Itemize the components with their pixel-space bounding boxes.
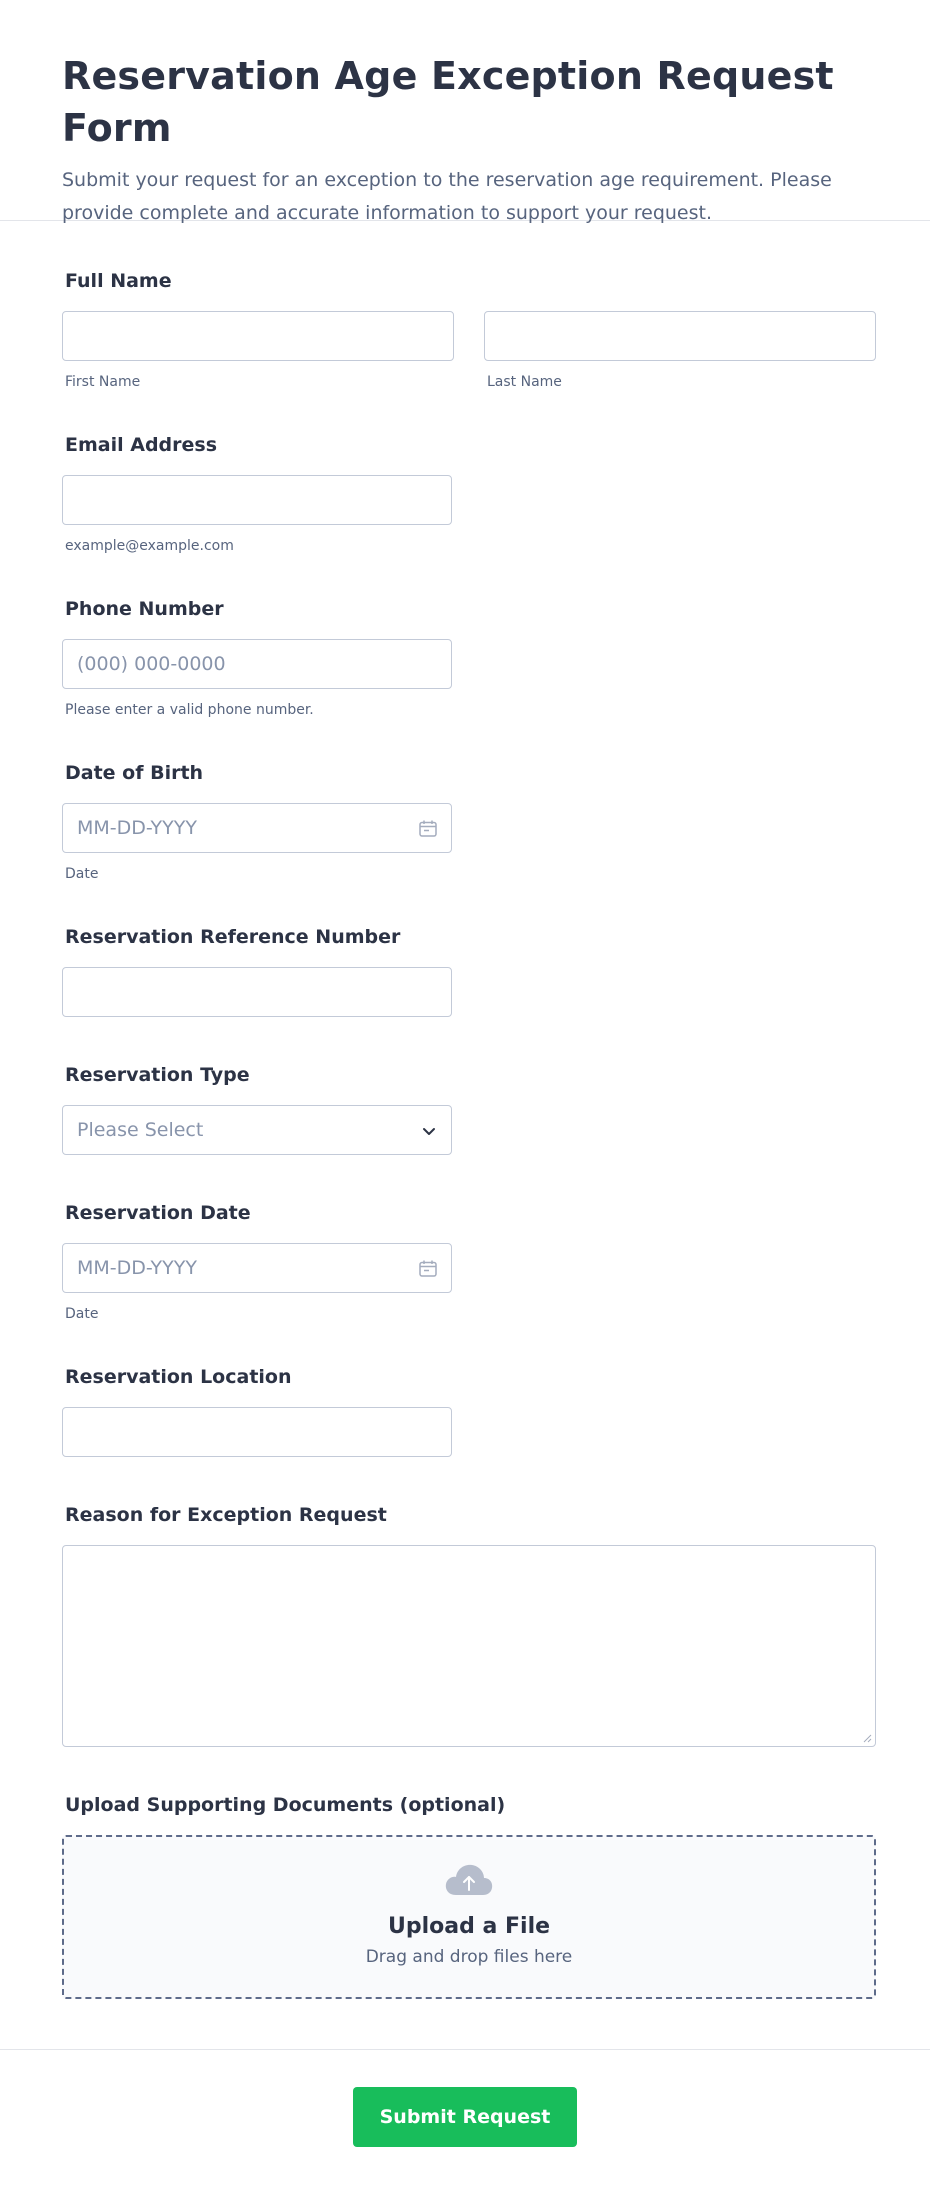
reason-label: Reason for Exception Request bbox=[65, 1504, 387, 1526]
phone-placeholder: (000) 000-0000 bbox=[77, 653, 226, 675]
form-header: Reservation Age Exception Request Form S… bbox=[0, 0, 930, 224]
form-title: Reservation Age Exception Request Form bbox=[62, 54, 834, 150]
res-date-label: Reservation Date bbox=[65, 1202, 251, 1224]
dob-placeholder: MM-DD-YYYY bbox=[77, 817, 197, 839]
ref-number-input[interactable] bbox=[62, 967, 452, 1017]
reason-textarea-wrap bbox=[62, 1545, 876, 1747]
last-name-col: Last Name bbox=[484, 311, 876, 391]
dob-input[interactable]: MM-DD-YYYY bbox=[62, 803, 452, 853]
phone-label: Phone Number bbox=[65, 598, 224, 620]
form-body: Full Name First Name Last Name Email Add… bbox=[0, 221, 930, 1999]
first-name-sublabel: First Name bbox=[65, 374, 141, 390]
res-location-label: Reservation Location bbox=[65, 1366, 292, 1388]
res-type-selected: Please Select bbox=[77, 1119, 204, 1141]
reason-textarea[interactable] bbox=[62, 1545, 876, 1747]
upload-title: Upload a File bbox=[387, 1914, 551, 1939]
ref-number-label: Reservation Reference Number bbox=[65, 926, 401, 948]
email-label: Email Address bbox=[65, 434, 218, 456]
dob-field: Date of Birth MM-DD-YYYY Date bbox=[62, 719, 876, 883]
full-name-label: Full Name bbox=[65, 270, 172, 292]
resize-grip-icon[interactable] bbox=[862, 1733, 872, 1743]
res-location-input[interactable] bbox=[62, 1407, 452, 1457]
last-name-input[interactable] bbox=[484, 311, 876, 361]
phone-sublabel: Please enter a valid phone number. bbox=[65, 702, 314, 718]
res-type-select[interactable]: Please Select bbox=[62, 1105, 452, 1155]
upload-field: Upload Supporting Documents (optional) U… bbox=[62, 1747, 876, 1999]
upload-hint: Drag and drop files here bbox=[365, 1947, 573, 1967]
reason-field: Reason for Exception Request bbox=[62, 1457, 876, 1747]
calendar-icon[interactable] bbox=[419, 1260, 437, 1277]
email-field: Email Address example@example.com bbox=[62, 391, 876, 555]
submit-button[interactable]: Submit Request bbox=[353, 2087, 577, 2147]
first-name-col: First Name bbox=[62, 311, 454, 391]
res-date-field: Reservation Date MM-DD-YYYY Date bbox=[62, 1155, 876, 1323]
email-input[interactable] bbox=[62, 475, 452, 525]
ref-number-field: Reservation Reference Number bbox=[62, 883, 876, 1017]
phone-input[interactable]: (000) 000-0000 bbox=[62, 639, 452, 689]
phone-field: Phone Number (000) 000-0000 Please enter… bbox=[62, 555, 876, 719]
full-name-row: First Name Last Name bbox=[62, 311, 876, 391]
res-type-field: Reservation Type Please Select bbox=[62, 1017, 876, 1155]
upload-label: Upload Supporting Documents (optional) bbox=[65, 1794, 506, 1816]
form-footer: Submit Request bbox=[0, 2049, 930, 2195]
res-date-sublabel: Date bbox=[65, 1306, 99, 1322]
full-name-field: Full Name First Name Last Name bbox=[62, 221, 876, 391]
cloud-upload-icon bbox=[445, 1864, 493, 1895]
res-date-input[interactable]: MM-DD-YYYY bbox=[62, 1243, 452, 1293]
chevron-down-icon bbox=[423, 1128, 435, 1135]
email-sublabel: example@example.com bbox=[65, 538, 234, 554]
first-name-input[interactable] bbox=[62, 311, 454, 361]
dob-label: Date of Birth bbox=[65, 762, 204, 784]
upload-dropzone[interactable]: Upload a File Drag and drop files here bbox=[62, 1835, 876, 1999]
dob-sublabel: Date bbox=[65, 866, 99, 882]
res-date-placeholder: MM-DD-YYYY bbox=[77, 1257, 197, 1279]
res-type-label: Reservation Type bbox=[65, 1064, 250, 1086]
calendar-icon[interactable] bbox=[419, 820, 437, 837]
last-name-sublabel: Last Name bbox=[487, 374, 562, 390]
res-location-field: Reservation Location bbox=[62, 1323, 876, 1457]
form-container: Reservation Age Exception Request Form S… bbox=[0, 0, 930, 2195]
